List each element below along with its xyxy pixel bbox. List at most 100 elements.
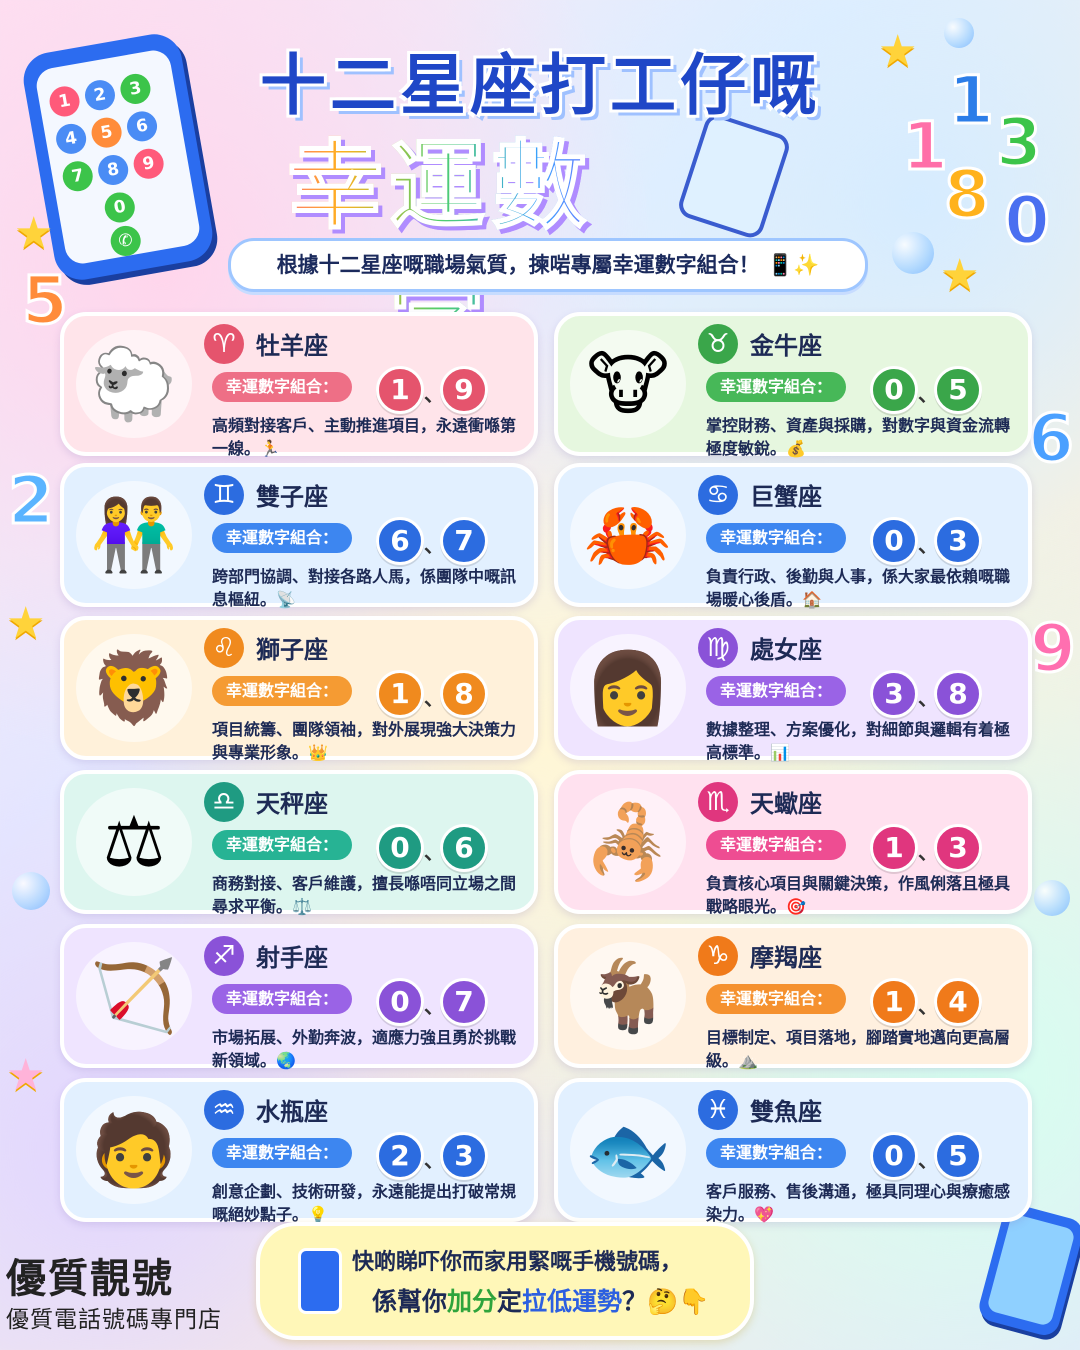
lucky-number: 1 bbox=[870, 824, 918, 872]
footer-line-2: 係幫你加分定拉低運勢？🤔👇 bbox=[372, 1282, 709, 1318]
zodiac-symbol-icon: ♑ bbox=[698, 936, 738, 976]
lucky-number: 3 bbox=[934, 517, 982, 565]
lucky-number: 0 bbox=[870, 517, 918, 565]
lucky-number-label: 幸運數字組合： bbox=[706, 523, 847, 553]
zodiac-name: 獅子座 bbox=[256, 636, 328, 664]
zodiac-symbol-icon: ♒ bbox=[204, 1090, 244, 1130]
float-number: 9 bbox=[1029, 609, 1078, 689]
zodiac-name: 摩羯座 bbox=[750, 944, 822, 972]
lucky-number-label: 幸運數字組合： bbox=[706, 984, 847, 1014]
zodiac-mascot-icon: 👫 bbox=[76, 481, 192, 589]
zodiac-mascot-icon: 🏹 bbox=[76, 942, 192, 1050]
lucky-number-label: 幸運數字組合： bbox=[212, 372, 353, 402]
zodiac-card: 🦁 ♌ 獅子座 幸運數字組合： 1、 8 項目統籌、團隊領袖，對外展現強大決策力與專業形象。… bbox=[60, 616, 538, 762]
brand-tagline: 優質電話號碼專門店 bbox=[6, 1307, 222, 1333]
zodiac-description: 項目統籌、團隊領袖，對外展現強大決策力與專業形象。👑 bbox=[212, 720, 517, 762]
zodiac-symbol-icon: ♈ bbox=[204, 324, 244, 364]
subtitle-text: 根據十二星座嘅職場氣質，揀啱專屬幸運數字組合！ bbox=[276, 253, 760, 277]
zodiac-card: 👫 ♊ 雙子座 幸運數字組合： 6、 7 跨部門協調、對接各路人馬，係團隊中嘅訊息樞紐。📡 bbox=[60, 463, 538, 609]
zodiac-mascot-icon: 🧑 bbox=[76, 1096, 192, 1204]
lucky-number: 7 bbox=[440, 517, 488, 565]
lucky-number: 4 bbox=[934, 978, 982, 1026]
keypad-key: 4 bbox=[53, 121, 89, 157]
keypad-key: 3 bbox=[118, 71, 153, 107]
lucky-number-label: 幸運數字組合： bbox=[706, 676, 847, 706]
bubble-icon bbox=[12, 872, 50, 910]
zodiac-description: 負責核心項目與關鍵決策，作風俐落且極具戰略眼光。🎯 bbox=[706, 874, 1011, 916]
zodiac-description: 高頻對接客戶、主動推進項目，永遠衝喺第一線。🏃 bbox=[212, 416, 517, 458]
lucky-number-label: 幸運數字組合： bbox=[212, 1138, 353, 1168]
keypad-key: 8 bbox=[95, 152, 131, 188]
zodiac-name: 天秤座 bbox=[256, 790, 328, 818]
zodiac-card: 🐐 ♑ 摩羯座 幸運數字組合： 1、 4 目標制定、項目落地，腳踏實地邁向更高層級。⛰️ bbox=[554, 924, 1032, 1070]
zodiac-mascot-icon: 🦂 bbox=[570, 788, 686, 896]
zodiac-name: 天蠍座 bbox=[750, 790, 822, 818]
zodiac-name: 處女座 bbox=[750, 636, 822, 664]
zodiac-symbol-icon: ♊ bbox=[204, 475, 244, 515]
zodiac-name: 雙子座 bbox=[256, 483, 328, 511]
lucky-number: 0 bbox=[870, 1132, 918, 1180]
zodiac-symbol-icon: ♐ bbox=[204, 936, 244, 976]
zodiac-card: 👩 ♍ 處女座 幸運數字組合： 3、 8 數據整理、方案優化，對細節與邏輯有着極高標準。📊 bbox=[554, 616, 1032, 762]
star-icon: ★ bbox=[878, 26, 918, 77]
zodiac-card: 🦀 ♋ 巨蟹座 幸運數字組合： 0、 3 負責行政、後勤與人事，係大家最依賴嘅職場暖心後盾。… bbox=[554, 463, 1032, 609]
keypad-key: 0 bbox=[102, 190, 138, 225]
lucky-number: 1 bbox=[870, 978, 918, 1026]
keypad-key: 6 bbox=[124, 108, 160, 144]
lucky-number: 3 bbox=[870, 670, 918, 718]
footer-line-1: 快啲睇吓你而家用緊嘅手機號碼， bbox=[352, 1250, 683, 1275]
star-icon: ★ bbox=[14, 208, 54, 259]
star-icon: ★ bbox=[6, 1050, 46, 1101]
zodiac-card: 🦂 ♏ 天蠍座 幸運數字組合： 1、 3 負責核心項目與關鍵決策，作風俐落且極具戰略眼光。🎯 bbox=[554, 770, 1032, 916]
zodiac-description: 負責行政、後勤與人事，係大家最依賴嘅職場暖心後盾。🏠 bbox=[706, 567, 1011, 609]
zodiac-symbol-icon: ♎ bbox=[204, 782, 244, 822]
lucky-number: 3 bbox=[934, 824, 982, 872]
float-number: 8 bbox=[943, 155, 992, 235]
zodiac-mascot-icon: 🦀 bbox=[570, 481, 686, 589]
zodiac-mascot-icon: 🐐 bbox=[570, 942, 686, 1050]
zodiac-name: 牡羊座 bbox=[256, 332, 328, 360]
keypad-key: 9 bbox=[131, 146, 167, 182]
zodiac-description: 商務對接、客戶維護，擅長喺唔同立場之間尋求平衡。⚖️ bbox=[212, 874, 517, 916]
zodiac-name: 射手座 bbox=[256, 944, 328, 972]
lucky-number: 0 bbox=[870, 366, 918, 414]
zodiac-mascot-icon: 🐮 bbox=[570, 330, 686, 438]
lucky-number-label: 幸運數字組合： bbox=[212, 523, 353, 553]
footer-highlight-plus: 加分 bbox=[447, 1287, 498, 1316]
zodiac-card: ⚖ ♎ 天秤座 幸運數字組合： 0、 6 商務對接、客戶維護，擅長喺唔同立場之間尋求平衡。⚖… bbox=[60, 770, 538, 916]
zodiac-description: 目標制定、項目落地，腳踏實地邁向更高層級。⛰️ bbox=[706, 1028, 1011, 1070]
lucky-number: 0 bbox=[376, 978, 424, 1026]
bubble-icon bbox=[1034, 880, 1070, 916]
float-number: 3 bbox=[995, 103, 1044, 183]
float-number: 1 bbox=[947, 61, 996, 141]
lucky-number: 9 bbox=[440, 366, 488, 414]
zodiac-name: 金牛座 bbox=[750, 332, 822, 360]
star-icon: ★ bbox=[6, 598, 46, 649]
zodiac-symbol-icon: ♍ bbox=[698, 628, 738, 668]
zodiac-symbol-icon: ♏ bbox=[698, 782, 738, 822]
bubble-icon bbox=[892, 232, 934, 274]
keypad-key: 1 bbox=[47, 84, 82, 119]
zodiac-description: 市場拓展、外勤奔波，適應力強且勇於挑戰新領域。🌏 bbox=[212, 1028, 517, 1070]
star-icon: ★ bbox=[940, 250, 980, 301]
float-number: 1 bbox=[901, 107, 950, 187]
zodiac-mascot-icon: 🦁 bbox=[76, 634, 192, 742]
lucky-number: 1 bbox=[376, 366, 424, 414]
lucky-number: 0 bbox=[376, 824, 424, 872]
lucky-number: 6 bbox=[440, 824, 488, 872]
phone-keypad: 1 2 3 4 5 6 7 8 9 0 ✆ bbox=[33, 47, 203, 267]
zodiac-mascot-icon: 👩 bbox=[570, 634, 686, 742]
zodiac-symbol-icon: ♓ bbox=[698, 1090, 738, 1130]
zodiac-description: 數據整理、方案優化，對細節與邏輯有着極高標準。📊 bbox=[706, 720, 1011, 762]
zodiac-symbol-icon: ♋ bbox=[698, 475, 738, 515]
call-icon: ✆ bbox=[108, 223, 144, 259]
lucky-number-label: 幸運數字組合： bbox=[212, 676, 353, 706]
lucky-number: 8 bbox=[440, 670, 488, 718]
zodiac-card: 🏹 ♐ 射手座 幸運數字組合： 0、 7 市場拓展、外勤奔波，適應力強且勇於挑戰新領域。🌏 bbox=[60, 924, 538, 1070]
zodiac-description: 客戶服務、售後溝通，極具同理心與療癒感染力。💖 bbox=[706, 1182, 1011, 1224]
zodiac-mascot-icon: 🐟 bbox=[570, 1096, 686, 1204]
zodiac-name: 水瓶座 bbox=[256, 1098, 328, 1126]
lucky-number: 6 bbox=[376, 517, 424, 565]
lucky-number: 2 bbox=[376, 1132, 424, 1180]
footer-banner: 快啲睇吓你而家用緊嘅手機號碼， 係幫你加分定拉低運勢？🤔👇 bbox=[256, 1222, 754, 1340]
